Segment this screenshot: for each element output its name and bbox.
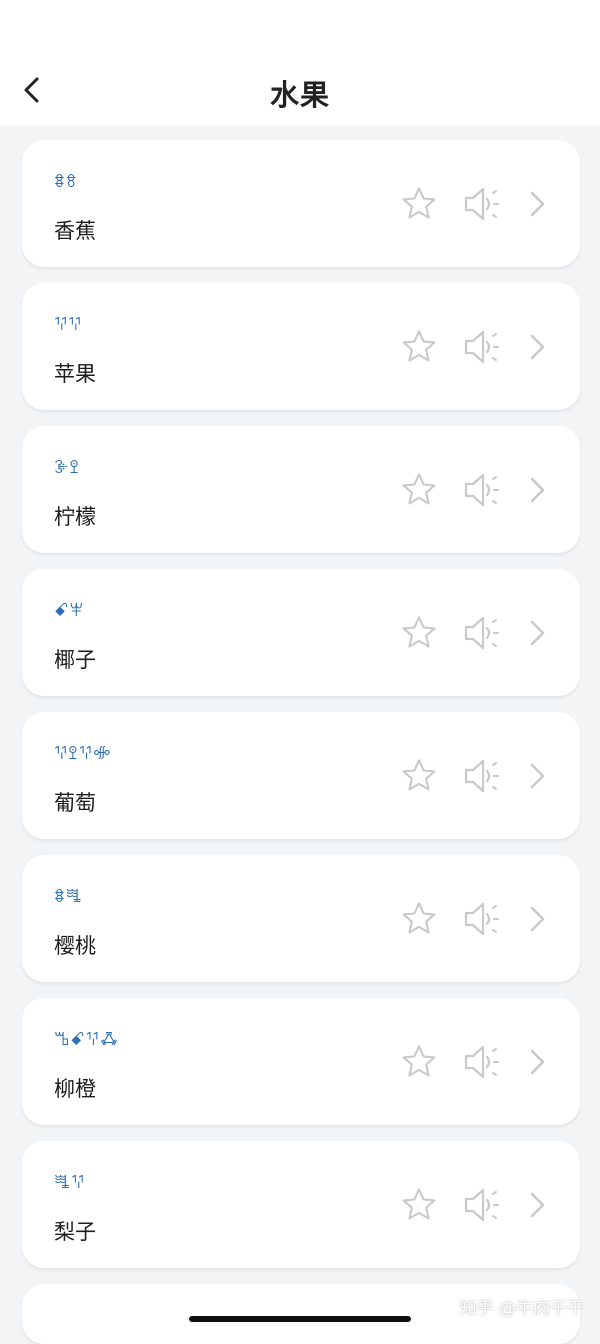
item-script-text: ꖬꖬ — [54, 314, 83, 335]
star-icon[interactable] — [400, 1186, 438, 1224]
item-script-text: ꗊꗉ — [54, 171, 78, 192]
list-item[interactable]: ꖬꖬ 苹果 — [22, 283, 580, 410]
item-script-text: ꗃꕽ — [54, 600, 85, 621]
chevron-right-icon[interactable] — [526, 475, 548, 505]
star-icon[interactable] — [400, 328, 438, 366]
item-name: 梨子 — [54, 1220, 96, 1244]
speaker-icon[interactable] — [462, 327, 502, 367]
list-item[interactable]: ꗃꕽ 椰子 — [22, 569, 580, 696]
header-bar: 水果 — [0, 0, 600, 125]
star-icon[interactable] — [400, 471, 438, 509]
speaker-icon[interactable] — [462, 470, 502, 510]
star-icon[interactable] — [400, 614, 438, 652]
list-item[interactable]: ꕰꗃꖬꗈ 柳橙 — [22, 998, 580, 1125]
list-item[interactable]: ꗀꖬ 梨子 — [22, 1141, 580, 1268]
star-icon[interactable] — [400, 1043, 438, 1081]
chevron-right-icon[interactable] — [526, 1190, 548, 1220]
star-icon[interactable] — [400, 185, 438, 223]
item-name: 香蕉 — [54, 219, 96, 243]
item-name: 苹果 — [54, 362, 96, 386]
item-script-text: ꕰꗃꖬꗈ — [54, 1029, 120, 1050]
chevron-right-icon[interactable] — [526, 1047, 548, 1077]
speaker-icon[interactable] — [462, 1042, 502, 1082]
item-name: 柠檬 — [54, 505, 96, 529]
star-icon[interactable] — [400, 900, 438, 938]
list-item[interactable]: ꗊꗉ 香蕉 — [22, 140, 580, 267]
list-item[interactable]: ꖬꖶꖬꗂ 葡萄 — [22, 712, 580, 839]
item-script-text: ꗀꖬ — [54, 1172, 85, 1193]
speaker-icon[interactable] — [462, 613, 502, 653]
chevron-right-icon[interactable] — [526, 618, 548, 648]
speaker-icon[interactable] — [462, 184, 502, 224]
item-name: 葡萄 — [54, 791, 96, 815]
speaker-icon[interactable] — [462, 899, 502, 939]
item-script-text: ꘀꖶ — [54, 457, 80, 478]
chevron-right-icon[interactable] — [526, 761, 548, 791]
item-script-text: ꗊꗀ — [54, 886, 83, 907]
item-script-text: ꖬꖶꖬꗂ — [54, 743, 112, 764]
speaker-icon[interactable] — [462, 756, 502, 796]
star-icon[interactable] — [400, 757, 438, 795]
chevron-right-icon[interactable] — [526, 904, 548, 934]
page-title: 水果 — [269, 78, 330, 112]
chevron-right-icon[interactable] — [526, 189, 548, 219]
item-name: 樱桃 — [54, 934, 96, 958]
watermark-text: 知乎 @牛肉干干 — [459, 1299, 584, 1319]
item-name: 椰子 — [54, 648, 96, 672]
speaker-icon[interactable] — [462, 1185, 502, 1225]
fruit-list: ꗊꗉ 香蕉 ꖬꖬ 苹果 ꘀꖶ 柠檬 ꗃꕽ 椰子 ꖬꖶꖬꗂ 葡萄 ꗊꗀ 樱桃 ꕰꗃ… — [22, 140, 580, 1344]
chevron-right-icon[interactable] — [526, 332, 548, 362]
home-indicator[interactable] — [189, 1316, 411, 1322]
item-name: 柳橙 — [54, 1077, 96, 1101]
list-item[interactable]: ꗊꗀ 樱桃 — [22, 855, 580, 982]
list-item[interactable]: ꘀꖶ 柠檬 — [22, 426, 580, 553]
